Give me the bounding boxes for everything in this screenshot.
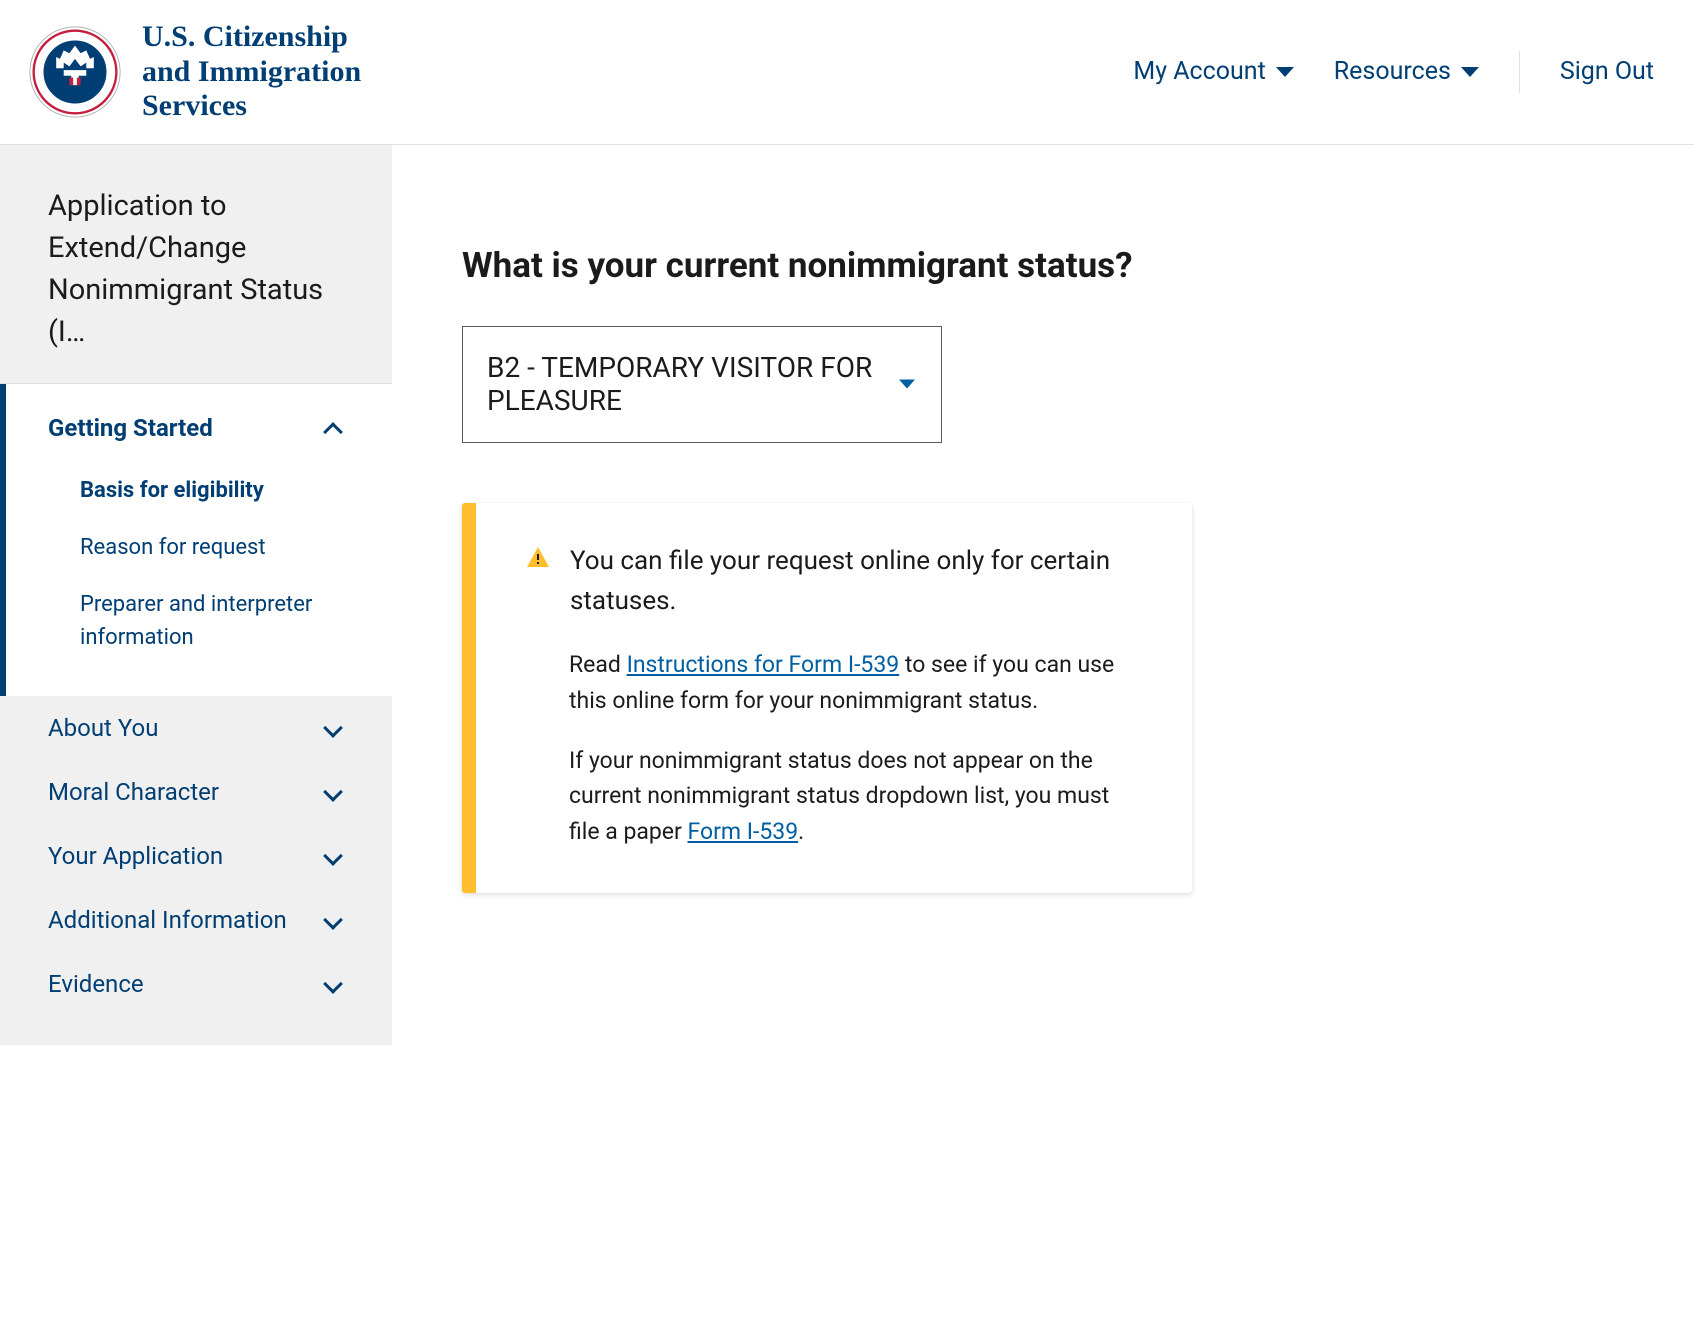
form-title-text: Application to Extend/Change Nonimmigran…: [48, 185, 344, 353]
chevron-down-icon: [323, 846, 343, 866]
top-nav: My Account Resources Sign Out: [1133, 51, 1654, 93]
nav-divider: [1519, 51, 1520, 93]
instructions-link[interactable]: Instructions for Form I-539: [627, 651, 900, 678]
sidebar-header-evidence[interactable]: Evidence: [0, 952, 392, 1016]
sidebar-section-label: Your Application: [48, 842, 223, 870]
brand-line-1: U.S. Citizenship: [142, 20, 361, 55]
brand: U.S. Citizenship and Immigration Service…: [28, 20, 361, 124]
sidebar-item-reason-for-request[interactable]: Reason for request: [80, 519, 352, 576]
status-dropdown-value: B2 - TEMPORARY VISITOR FOR PLEASURE: [487, 351, 891, 418]
sidebar-header-getting-started[interactable]: Getting Started: [6, 384, 392, 462]
sidebar-item-basis-for-eligibility[interactable]: Basis for eligibility: [80, 462, 352, 519]
warning-icon: [526, 545, 550, 569]
chevron-up-icon: [323, 422, 343, 442]
sidebar-section-additional-information: Additional Information: [0, 888, 392, 952]
alert-paragraph-2: If your nonimmigrant status does not app…: [569, 743, 1142, 850]
warning-alert: You can file your request online only fo…: [462, 503, 1192, 894]
chevron-down-icon: [323, 718, 343, 738]
sidebar-header-additional-information[interactable]: Additional Information: [0, 888, 392, 952]
sidebar-section-moral-character: Moral Character: [0, 760, 392, 824]
alert-text: .: [798, 818, 804, 845]
main-content: What is your current nonimmigrant status…: [392, 145, 1694, 1045]
sidebar-header-your-application[interactable]: Your Application: [0, 824, 392, 888]
brand-line-3: Services: [142, 89, 361, 124]
status-dropdown[interactable]: B2 - TEMPORARY VISITOR FOR PLEASURE: [462, 326, 942, 443]
sidebar-sublist: Basis for eligibility Reason for request…: [6, 462, 392, 696]
sidebar-section-your-application: Your Application: [0, 824, 392, 888]
brand-line-2: and Immigration: [142, 55, 361, 90]
my-account-menu[interactable]: My Account: [1133, 57, 1293, 86]
resources-menu[interactable]: Resources: [1334, 57, 1479, 86]
chevron-down-icon: [323, 910, 343, 930]
alert-body: Read Instructions for Form I-539 to see …: [569, 647, 1142, 849]
my-account-label: My Account: [1133, 57, 1265, 86]
sidebar-item-label: Reason for request: [80, 535, 266, 560]
sign-out-label: Sign Out: [1560, 57, 1654, 86]
question-heading: What is your current nonimmigrant status…: [462, 245, 1624, 286]
sidebar: Application to Extend/Change Nonimmigran…: [0, 145, 392, 1045]
sidebar-header-moral-character[interactable]: Moral Character: [0, 760, 392, 824]
sidebar-section-evidence: Evidence: [0, 952, 392, 1016]
sidebar-section-label: About You: [48, 714, 158, 742]
sidebar-section-label: Additional Information: [48, 906, 287, 934]
alert-paragraph-1: Read Instructions for Form I-539 to see …: [569, 647, 1142, 718]
form-title: Application to Extend/Change Nonimmigran…: [0, 185, 392, 384]
sidebar-item-label: Preparer and interpreter information: [80, 592, 312, 650]
sidebar-item-label: Basis for eligibility: [80, 478, 264, 503]
form-i539-link[interactable]: Form I-539: [688, 818, 799, 845]
chevron-down-icon: [323, 782, 343, 802]
site-header: U.S. Citizenship and Immigration Service…: [0, 0, 1694, 145]
alert-text: Read: [569, 651, 627, 678]
layout: Application to Extend/Change Nonimmigran…: [0, 145, 1694, 1045]
dhs-seal-icon: [28, 25, 122, 119]
sidebar-section-about-you: About You: [0, 696, 392, 760]
sidebar-section-label: Evidence: [48, 970, 144, 998]
chevron-down-icon: [323, 974, 343, 994]
sidebar-header-about-you[interactable]: About You: [0, 696, 392, 760]
caret-down-icon: [1461, 67, 1479, 77]
sidebar-section-getting-started: Getting Started Basis for eligibility Re…: [0, 384, 392, 696]
sign-out-link[interactable]: Sign Out: [1560, 57, 1654, 86]
brand-text: U.S. Citizenship and Immigration Service…: [142, 20, 361, 124]
alert-text: If your nonimmigrant status does not app…: [569, 747, 1109, 845]
caret-down-icon: [1276, 67, 1294, 77]
caret-down-icon: [899, 380, 915, 389]
resources-label: Resources: [1334, 57, 1451, 86]
alert-title: You can file your request online only fo…: [570, 541, 1142, 622]
sidebar-section-label: Getting Started: [48, 414, 213, 442]
sidebar-item-preparer-interpreter[interactable]: Preparer and interpreter information: [80, 576, 352, 666]
sidebar-section-label: Moral Character: [48, 778, 219, 806]
